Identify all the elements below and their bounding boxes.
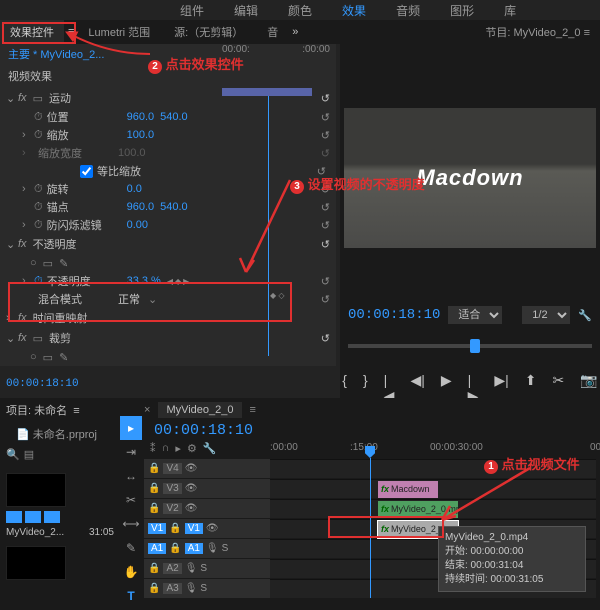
antiflicker-row[interactable]: ›⏱ 防闪烁滤镜 0.00 ↺: [0, 216, 336, 234]
sequence-tab[interactable]: MyVideo_2_0: [158, 402, 241, 418]
project-thumbnail-2[interactable]: [6, 546, 66, 580]
timeline-panel: × MyVideo_2_0 ≡ 00:00:18:10 ⁑ ∩ ▸ ⚙ 🔧 ▸ …: [120, 398, 600, 610]
clip-tooltip: MyVideo_2_0.mp4 开始: 00:00:00:00 结束: 00:0…: [438, 526, 586, 592]
add-keyframe-icon[interactable]: ◆: [175, 277, 181, 286]
thumb-icon-1[interactable]: [6, 511, 22, 523]
stopwatch-icon[interactable]: ⏱: [34, 129, 43, 142]
crop-header[interactable]: ⌄fx ▭ 裁剪 ↺: [0, 328, 336, 348]
pen-tool[interactable]: ✎: [120, 536, 142, 560]
project-thumbnail[interactable]: [6, 473, 66, 507]
master-clip-label[interactable]: 主要 * MyVideo_2...: [8, 46, 104, 62]
crop-box-icon[interactable]: ▭: [33, 332, 43, 345]
tab-effect-controls[interactable]: 效果控件: [0, 20, 64, 44]
opacity-value-row[interactable]: › ⏱ 不透明度 33.3 % ◀◆▶ ↺: [0, 272, 336, 290]
annotation-label-2: 2 点击效果控件: [148, 54, 244, 74]
wrench-icon[interactable]: 🔧: [203, 442, 217, 455]
rect-mask-icon[interactable]: ▭: [43, 351, 53, 364]
ellipse-mask-icon[interactable]: ○: [30, 351, 37, 363]
stopwatch-icon[interactable]: ⏱: [34, 111, 43, 124]
menu-color[interactable]: 颜色: [288, 2, 312, 19]
program-monitor: Macdown 00:00:18:10 适合 1/2 🔧 { } |◀ ◀| ▶…: [340, 44, 600, 413]
clip-bar[interactable]: [222, 88, 312, 96]
blend-mode-row[interactable]: 混合模式 正常 ⌄ ↺: [0, 290, 336, 308]
project-panel: 项目: 未命名 ≡ 📄 未命名.prproj 🔍 ▤ MyVideo_2...3…: [0, 398, 120, 610]
track-select-tool[interactable]: ⇥: [120, 440, 142, 464]
program-scrubber[interactable]: [348, 336, 592, 356]
rotation-row[interactable]: ›⏱ 旋转 0.0 ↺: [0, 180, 336, 198]
type-tool[interactable]: T: [120, 584, 142, 608]
stopwatch-icon[interactable]: ⏱: [34, 275, 43, 288]
pen-mask-icon[interactable]: ✎: [59, 257, 68, 270]
clip-v2[interactable]: fxMyVideo_2_0.mp: [378, 501, 458, 518]
motion-group: ⌄ fx ▭ 运动 ↺ ⏱ 位置 960.0 540.0 ↺ ›⏱ 缩放 100…: [0, 88, 336, 234]
keyframe-marker[interactable]: ◆ ◇: [270, 291, 285, 300]
program-timecode[interactable]: 00:00:18:10: [348, 307, 440, 323]
anchor-row[interactable]: ⏱ 锚点 960.0 540.0 ↺: [0, 198, 336, 216]
menu-graphics[interactable]: 图形: [450, 2, 474, 19]
position-row[interactable]: ⏱ 位置 960.0 540.0 ↺: [0, 108, 336, 126]
tab-audio[interactable]: 音: [257, 20, 288, 44]
mask-icons[interactable]: ○ ▭ ✎: [0, 254, 336, 272]
selection-tool[interactable]: ▸: [120, 416, 142, 440]
stopwatch-icon[interactable]: ⏱: [34, 201, 43, 214]
annotation-label-1: 1 点击视频文件: [484, 454, 580, 474]
program-title: 节目: MyVideo_2_0 ≡: [485, 24, 590, 40]
tool-palette: ▸ ⇥ ↔ ✂ ⟷ ✎ ✋ T: [120, 416, 142, 608]
project-item-name[interactable]: MyVideo_2...31:05: [0, 525, 120, 540]
search-icon[interactable]: 🔍: [6, 448, 20, 461]
aspect-ratio-row[interactable]: 等比缩放 ↺: [0, 162, 336, 180]
wrench-icon[interactable]: 🔧: [578, 309, 592, 322]
snap-icon[interactable]: ⁑: [150, 442, 156, 455]
playhead-ec[interactable]: [268, 96, 269, 356]
opacity-header[interactable]: ⌄fx 不透明度 ↺: [0, 234, 336, 254]
stopwatch-icon[interactable]: ⏱: [34, 183, 43, 196]
scale-width-row: › 缩放宽度 100.0 ↺: [0, 144, 336, 162]
resolution-dropdown[interactable]: 1/2: [522, 306, 570, 324]
project-panel-title[interactable]: 项目: 未命名 ≡: [0, 398, 120, 422]
timeremap-group: ›fx 时间重映射: [0, 308, 336, 328]
project-file-name: 📄 未命名.prproj: [0, 422, 120, 446]
menu-libraries[interactable]: 库: [504, 2, 516, 19]
menu-assembly[interactable]: 组件: [180, 2, 204, 19]
filter-icon[interactable]: ▤: [24, 448, 34, 461]
menu-editing[interactable]: 编辑: [234, 2, 258, 19]
settings-icon[interactable]: ⚙: [187, 442, 197, 455]
rect-mask-icon[interactable]: ▭: [43, 257, 53, 270]
panel-tabs: 效果控件≡ Lumetri 范围 源:（无剪辑） 音» 节目: MyVideo_…: [0, 20, 600, 44]
preview-text: Macdown: [416, 165, 523, 191]
crop-group: ⌄fx ▭ 裁剪 ↺ ○ ▭ ✎: [0, 328, 336, 366]
top-menu: 组件 编辑 颜色 效果 音频 图形 库: [0, 0, 600, 20]
crop-box-icon[interactable]: ▭: [33, 92, 43, 105]
thumb-icon-2[interactable]: [25, 511, 41, 523]
aspect-checkbox[interactable]: [80, 165, 93, 178]
menu-effects[interactable]: 效果: [342, 2, 366, 19]
tab-lumetri[interactable]: Lumetri 范围: [78, 20, 160, 44]
crop-mask-icons[interactable]: ○ ▭ ✎: [0, 348, 336, 366]
menu-audio[interactable]: 音频: [396, 2, 420, 19]
ellipse-mask-icon[interactable]: ○: [30, 257, 37, 269]
expand-icon[interactable]: ⌄: [6, 92, 18, 105]
ruler-time-2: :00:00: [302, 44, 330, 55]
tab-source[interactable]: 源:（无剪辑）: [164, 20, 253, 44]
clip-macdown[interactable]: fxMacdown: [378, 481, 438, 498]
stopwatch-icon[interactable]: ⏱: [34, 219, 43, 232]
annotation-label-3: 3 设置视频的不透明度: [290, 174, 425, 194]
slip-tool[interactable]: ⟷: [120, 512, 142, 536]
link-icon[interactable]: ∩: [162, 442, 170, 455]
opacity-group: ⌄fx 不透明度 ↺ ○ ▭ ✎ › ⏱ 不透明度 33.3 % ◀◆▶ ↺ 混…: [0, 234, 336, 308]
ec-timecode: 00:00:18:10: [6, 378, 79, 390]
hand-tool[interactable]: ✋: [120, 560, 142, 584]
marker-icon[interactable]: ▸: [175, 442, 181, 455]
playhead[interactable]: [370, 458, 371, 598]
chevron-down-icon[interactable]: ⌄: [148, 293, 157, 306]
ripple-tool[interactable]: ↔: [120, 464, 142, 488]
timeline-timecode[interactable]: 00:00:18:10: [154, 422, 253, 439]
razor-tool[interactable]: ✂: [120, 488, 142, 512]
timeremap-header[interactable]: ›fx 时间重映射: [0, 308, 336, 328]
scale-row[interactable]: ›⏱ 缩放 100.0 ↺: [0, 126, 336, 144]
thumb-icon-3[interactable]: [44, 511, 60, 523]
fit-dropdown[interactable]: 适合: [448, 306, 502, 324]
pen-mask-icon[interactable]: ✎: [59, 351, 68, 364]
